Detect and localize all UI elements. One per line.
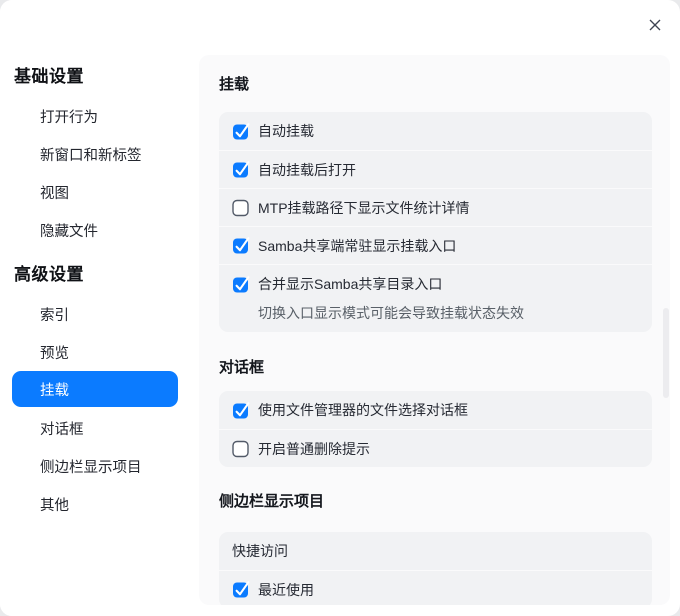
sidebar-header-advanced: 高级设置	[14, 264, 84, 284]
sidebar-item-hidden-files[interactable]: 隐藏文件	[12, 211, 178, 249]
checkbox-label: 最近使用	[258, 581, 314, 598]
checkbox-label: 使用文件管理器的文件选择对话框	[258, 402, 468, 418]
subsection-label: 快捷访问	[232, 543, 288, 559]
sidebar-item-other[interactable]: 其他	[12, 485, 178, 523]
checkbox-samba-persistent-entry[interactable]	[232, 237, 250, 254]
sidebar-item-view[interactable]: 视图	[12, 173, 178, 211]
row-quick-access-label: 快捷访问	[219, 532, 652, 570]
row-mtp-statistics[interactable]: MTP挂载路径下显示文件统计详情	[219, 188, 652, 226]
row-samba-merge-entry[interactable]: 合并显示Samba共享目录入口 切换入口显示模式可能会导致挂载状态失效	[219, 264, 652, 332]
checkbox-samba-merge-entry[interactable]	[232, 275, 250, 293]
mount-mode-hint: 切换入口显示模式可能会导致挂载状态失效	[258, 305, 524, 321]
checkbox-label: MTP挂载路径下显示文件统计详情	[258, 199, 470, 216]
row-samba-persistent-entry[interactable]: Samba共享端常驻显示挂载入口	[219, 226, 652, 264]
row-recent-used[interactable]: 最近使用	[219, 570, 652, 605]
row-auto-mount[interactable]: 自动挂载	[219, 112, 652, 150]
section-title-mount: 挂载	[219, 76, 250, 93]
mount-settings-group: 自动挂载 自动挂载后打开 MTP挂载路径下显示文件统计详情 Samba共享端常驻…	[219, 112, 652, 332]
settings-dialog: 基础设置 打开行为 新窗口和新标签 视图 隐藏文件 高级设置 索引 预览 挂载 …	[0, 0, 680, 616]
sidebar-item-sidebar-display[interactable]: 侧边栏显示项目	[12, 447, 178, 485]
sidebar-header-basic: 基础设置	[14, 66, 84, 86]
section-title-dialog: 对话框	[219, 359, 265, 376]
close-icon	[649, 19, 661, 31]
sidebar-item-mount[interactable]: 挂载	[12, 371, 178, 407]
sidebar-item-new-window-tab[interactable]: 新窗口和新标签	[12, 135, 178, 173]
checkbox-label: 自动挂载	[258, 123, 314, 139]
checkbox-label: 开启普通删除提示	[258, 440, 370, 457]
checkbox-open-after-mount[interactable]	[232, 161, 250, 178]
dialog-settings-group: 使用文件管理器的文件选择对话框 开启普通删除提示	[219, 391, 652, 467]
sidebar-item-open-behavior[interactable]: 打开行为	[12, 97, 178, 135]
checkbox-delete-prompt[interactable]	[232, 440, 249, 458]
row-open-after-mount[interactable]: 自动挂载后打开	[219, 150, 652, 188]
checkbox-file-chooser-dialog[interactable]	[232, 401, 250, 419]
scrollbar-thumb[interactable]	[663, 308, 669, 398]
section-title-sidebar-display: 侧边栏显示项目	[219, 493, 325, 510]
checkbox-recent-used[interactable]	[232, 581, 250, 598]
settings-sidebar: 基础设置 打开行为 新窗口和新标签 视图 隐藏文件 高级设置 索引 预览 挂载 …	[0, 0, 199, 616]
sidebar-item-index[interactable]: 索引	[12, 295, 178, 333]
sidebar-display-group: 快捷访问 最近使用	[219, 532, 652, 605]
row-delete-prompt[interactable]: 开启普通删除提示	[219, 429, 652, 467]
settings-scroll-panel[interactable]: 挂载 自动挂载 自动挂载后打开 MTP挂载路径下显示文件统计详情 Samba共享…	[199, 55, 670, 605]
checkbox-label: 合并显示Samba共享目录入口	[258, 276, 443, 292]
checkbox-label: Samba共享端常驻显示挂载入口	[258, 237, 457, 254]
sidebar-item-preview[interactable]: 预览	[12, 333, 178, 371]
checkbox-label: 自动挂载后打开	[258, 161, 356, 178]
checkbox-mtp-statistics[interactable]	[232, 199, 249, 217]
sidebar-item-dialog[interactable]: 对话框	[12, 409, 178, 447]
checkbox-auto-mount[interactable]	[232, 122, 250, 140]
row-file-chooser-dialog[interactable]: 使用文件管理器的文件选择对话框	[219, 391, 652, 429]
close-button[interactable]	[644, 14, 666, 36]
